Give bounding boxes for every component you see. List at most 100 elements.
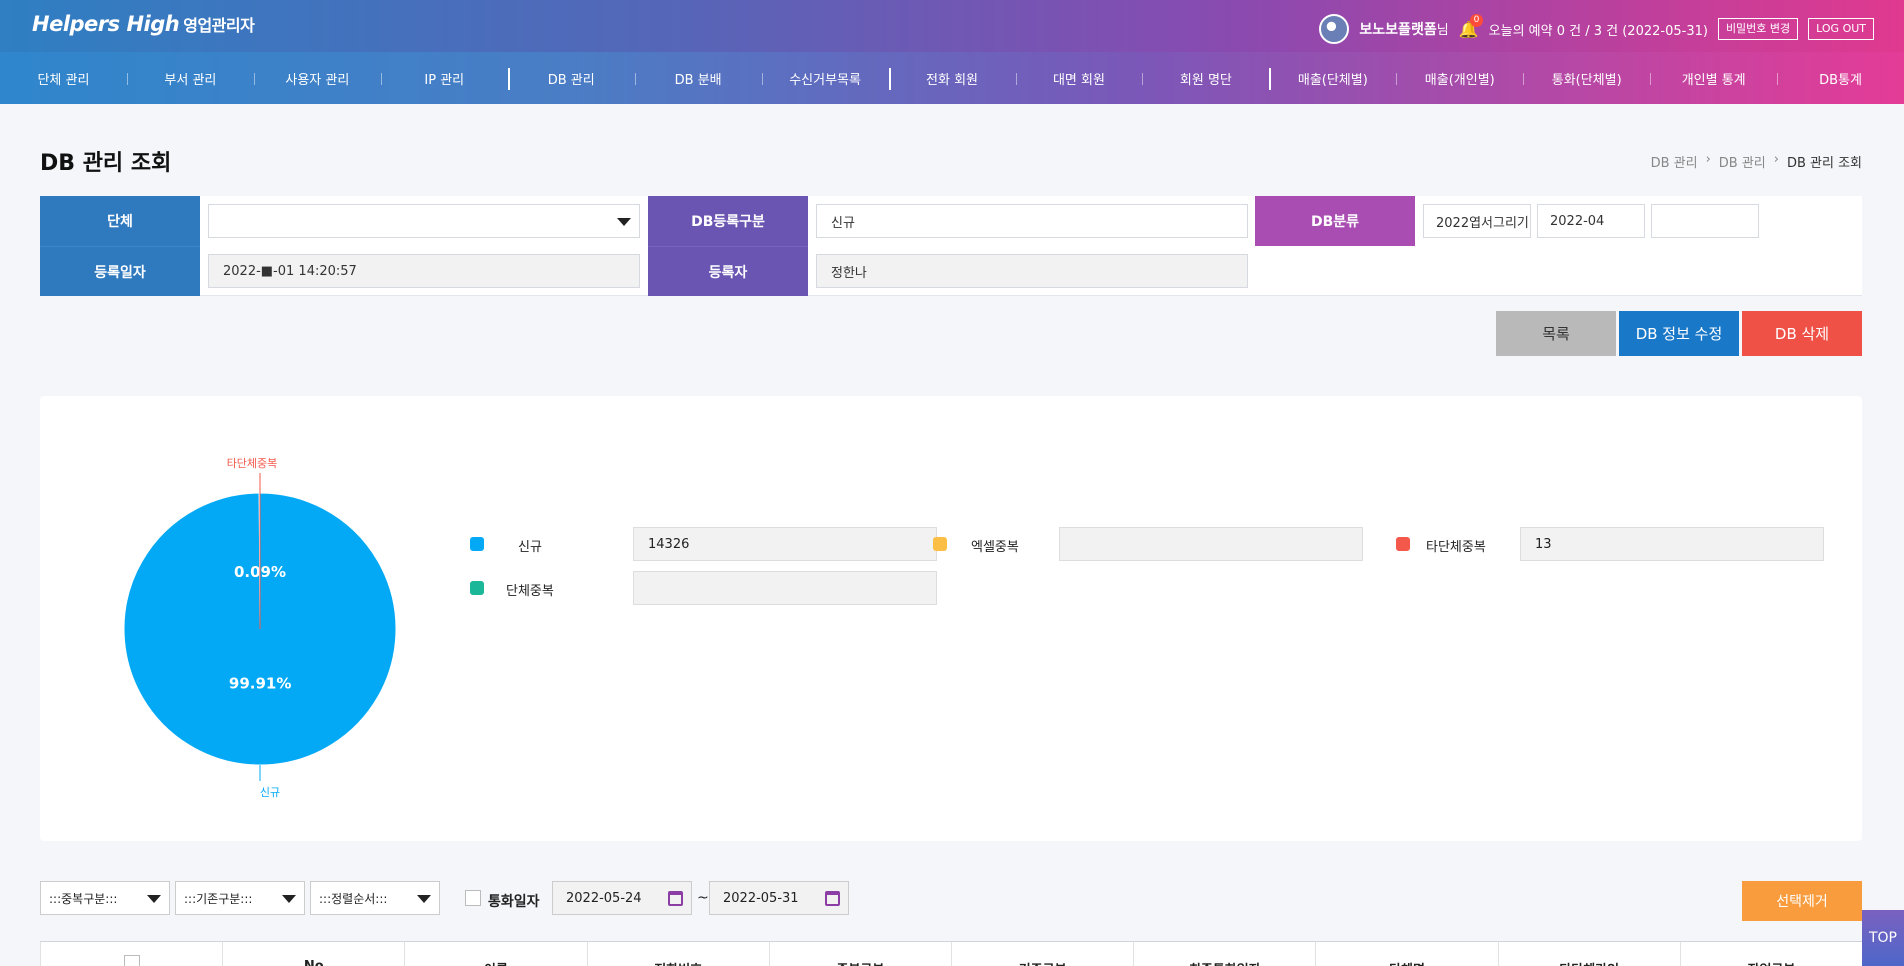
pie-slice-name-label: 신규 (260, 786, 280, 799)
nav-item-reject-list[interactable]: 수신거부목록 (761, 69, 889, 88)
db-info-form: 단체 DB등록구분 신규 DB분류 2022엽서그리기 2022-04 등록일자… (40, 196, 1862, 296)
column-header[interactable]: 전화번호 (586, 942, 769, 966)
breadcrumb-current: DB 관리 조회 (1786, 156, 1862, 171)
exist-type-select[interactable]: :::기존구분::: (175, 881, 305, 915)
column-header[interactable]: No (222, 942, 404, 966)
sort-order-value: :::정렬순서::: (319, 891, 388, 906)
nav-item-face-member[interactable]: 대면 회원 (1015, 69, 1143, 88)
change-password-button[interactable]: 비밀번호 변경 (1717, 18, 1799, 40)
logo-sub-text: 영업관리자 (183, 16, 255, 35)
avatar (1319, 14, 1350, 44)
registrant-field: 정한나 (816, 254, 1248, 288)
select-all-cell (40, 942, 222, 966)
date-from-input[interactable]: 2022-05-24 (552, 881, 692, 915)
nav-item-call-group[interactable]: 통화(단체별) (1523, 69, 1650, 88)
chart-panel: 99.91% 신규 0.09% 타단체중복 신규 14326 엑셀중복 타단체중복 1… (40, 396, 1862, 841)
registrant-label: 등록자 (648, 246, 808, 296)
reg-date-field: 2022-■-01 14:20:57 (208, 254, 640, 288)
column-header[interactable]: 작업구분 (1679, 942, 1862, 966)
column-header[interactable]: 단체명 (1315, 942, 1497, 966)
nav-item-personal-stats[interactable]: 개인별 통계 (1650, 69, 1777, 88)
chevron-right-icon: › (1773, 152, 1779, 167)
chevron-down-icon (417, 895, 431, 903)
legend-swatch (933, 537, 947, 551)
page-title: DB 관리 조회 (40, 151, 172, 176)
legend-item-excel-dup: 엑셀중복 (933, 527, 1413, 561)
remove-selected-button[interactable]: 선택제거 (1742, 881, 1862, 921)
group-label: 단체 (40, 196, 200, 246)
legend-label: 엑셀중복 (971, 540, 1019, 555)
nav-item-sales-personal[interactable]: 매출(개인별) (1396, 69, 1523, 88)
date-from-value: 2022-05-24 (566, 890, 642, 906)
legend-label: 타단체중복 (1426, 540, 1486, 555)
chevron-down-icon (617, 218, 631, 226)
legend-item-other-dup: 타단체중복 13 (1396, 527, 1862, 561)
legend-swatch (470, 581, 484, 595)
breadcrumb-item[interactable]: DB 관리 (1651, 152, 1698, 171)
db-class-field-1[interactable]: 2022엽서그리기 (1423, 204, 1531, 238)
column-header[interactable]: 기존구분 (951, 942, 1133, 966)
nav-item-member-list[interactable]: 회원 명단 (1142, 69, 1269, 88)
db-class-field-2[interactable]: 2022-04 (1537, 204, 1645, 238)
date-to-value: 2022-05-31 (723, 890, 799, 906)
pie-chart: 99.91%신규0.09%타단체중복 (123, 457, 397, 799)
list-button[interactable]: 목록 (1496, 311, 1616, 356)
breadcrumb-item[interactable]: DB 관리 (1719, 152, 1766, 171)
edit-db-button[interactable]: DB 정보 수정 (1619, 311, 1739, 356)
nav-item-phone-member[interactable]: 전화 회원 (888, 67, 1016, 90)
nav-item-user[interactable]: 사용자 관리 (253, 69, 381, 88)
column-header[interactable]: 최종통화일자 (1133, 942, 1315, 966)
nav-item-sales-group[interactable]: 매출(단체별) (1269, 67, 1396, 90)
legend-swatch (470, 537, 484, 551)
legend-item-group-dup: 단체중복 (470, 571, 950, 605)
pie-percent-label: 99.91% (229, 674, 291, 692)
chevron-down-icon (282, 895, 296, 903)
db-type-label: DB등록구분 (648, 196, 808, 246)
logo[interactable]: Helpers High 영업관리자 (32, 12, 255, 36)
logout-button[interactable]: LOG OUT (1808, 18, 1874, 40)
nav-item-db-distribution[interactable]: DB 분배 (634, 69, 762, 88)
dup-type-select[interactable]: :::중복구분::: (40, 881, 170, 915)
dup-type-value: :::중복구분::: (49, 891, 118, 906)
sort-order-select[interactable]: :::정렬순서::: (310, 881, 440, 915)
call-date-label: 통화일자 (488, 894, 540, 910)
db-class-field-3[interactable] (1651, 204, 1759, 238)
legend-swatch (1396, 537, 1410, 551)
nav-item-db-stats[interactable]: DB통계 (1777, 69, 1904, 88)
column-header[interactable]: 타단체라인 (1497, 942, 1680, 966)
chevron-down-icon (147, 895, 161, 903)
bell-icon[interactable]: 🔔 0 (1459, 13, 1484, 39)
column-header[interactable]: 중복구분 (768, 942, 951, 966)
db-type-field[interactable]: 신규 (816, 204, 1248, 238)
nav-item-group[interactable]: 단체 관리 (0, 69, 127, 88)
reg-date-label: 등록일자 (40, 246, 200, 296)
date-range-tilde: ~ (697, 890, 709, 906)
call-date-checkbox[interactable] (465, 890, 481, 906)
action-buttons: 목록 DB 정보 수정 DB 삭제 (1496, 311, 1862, 356)
column-header[interactable]: 이름 (404, 942, 586, 966)
legend-label: 단체중복 (506, 584, 554, 599)
logo-main-text: Helpers High (32, 12, 180, 36)
reservation-status: 오늘의 예약 0 건 / 3 건 (2022-05-31) (1488, 23, 1708, 39)
nav-item-db[interactable]: DB 관리 (507, 67, 635, 90)
nav-item-department[interactable]: 부서 관리 (126, 69, 254, 88)
calendar-icon[interactable] (668, 891, 683, 906)
user-area: 보노보플랫폼님 🔔 0 오늘의 예약 0 건 / 3 건 (2022-05-31)… (1319, 13, 1874, 44)
nav-item-ip[interactable]: IP 관리 (380, 69, 508, 88)
top-header: Helpers High 영업관리자 보노보플랫폼님 🔔 0 오늘의 예약 0 건 … (0, 0, 1904, 52)
legend-value: 13 (1520, 527, 1824, 561)
legend-value (633, 571, 937, 605)
date-to-input[interactable]: 2022-05-31 (709, 881, 849, 915)
user-suffix: 님 (1436, 23, 1449, 38)
legend-value: 14326 (633, 527, 937, 561)
table-header: No 이름 전화번호 중복구분 기존구분 최종통화일자 단체명 타단체라인 작업… (40, 941, 1862, 966)
delete-db-button[interactable]: DB 삭제 (1742, 311, 1862, 356)
exist-type-value: :::기존구분::: (184, 891, 253, 906)
db-class-label: DB분류 (1255, 196, 1415, 246)
group-select[interactable] (208, 204, 640, 238)
calendar-icon[interactable] (825, 891, 840, 906)
scroll-top-button[interactable]: TOP (1862, 910, 1904, 966)
notification-badge: 0 (1469, 13, 1484, 27)
legend-value (1059, 527, 1363, 561)
select-all-checkbox[interactable] (123, 955, 140, 966)
